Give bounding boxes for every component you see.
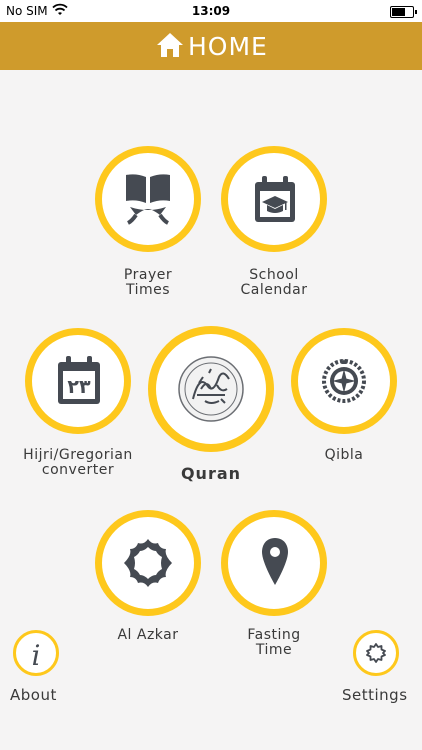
al-azkar-button[interactable] — [95, 510, 201, 616]
al-azkar-label: Al Azkar — [117, 627, 179, 643]
app-header: HOME — [0, 22, 422, 70]
fasting-time-button[interactable] — [221, 510, 327, 616]
gear-icon — [366, 643, 386, 663]
settings-button[interactable] — [353, 630, 399, 676]
quran-button[interactable] — [148, 326, 274, 452]
fasting-time-label: Fasting Time — [247, 627, 301, 658]
info-icon: i — [32, 639, 41, 669]
calendar-icon: ٢٣ — [58, 356, 100, 404]
school-calendar-button[interactable] — [221, 146, 327, 252]
quran-label: Quran — [180, 464, 242, 483]
svg-text:i: i — [32, 639, 41, 669]
battery-icon — [390, 6, 417, 18]
quran-calligraphy-icon — [178, 356, 244, 422]
settings-label: Settings — [342, 686, 408, 704]
home-icon — [157, 33, 183, 57]
about-label: About — [10, 686, 57, 704]
about-button[interactable]: i — [13, 630, 59, 676]
calendar-day-text: ٢٣ — [67, 376, 91, 398]
hijri-converter-label: Hijri/Gregorian converter — [23, 447, 133, 478]
graduation-calendar-icon — [255, 176, 295, 222]
prayer-times-label: Prayer Times — [123, 267, 173, 298]
prayer-times-button[interactable] — [95, 146, 201, 252]
school-calendar-label: School Calendar — [240, 267, 308, 298]
page-title: HOME — [188, 32, 268, 61]
location-pin-icon — [262, 538, 288, 585]
clock: 13:09 — [191, 4, 231, 18]
qibla-label: Qibla — [324, 447, 364, 463]
ornament-frame-icon — [124, 539, 172, 587]
hijri-converter-button[interactable]: ٢٣ — [25, 328, 131, 434]
book-stand-icon — [126, 174, 170, 225]
status-bar: No SIM 13:09 — [0, 0, 422, 22]
compass-icon — [322, 359, 366, 403]
qibla-button[interactable] — [291, 328, 397, 434]
